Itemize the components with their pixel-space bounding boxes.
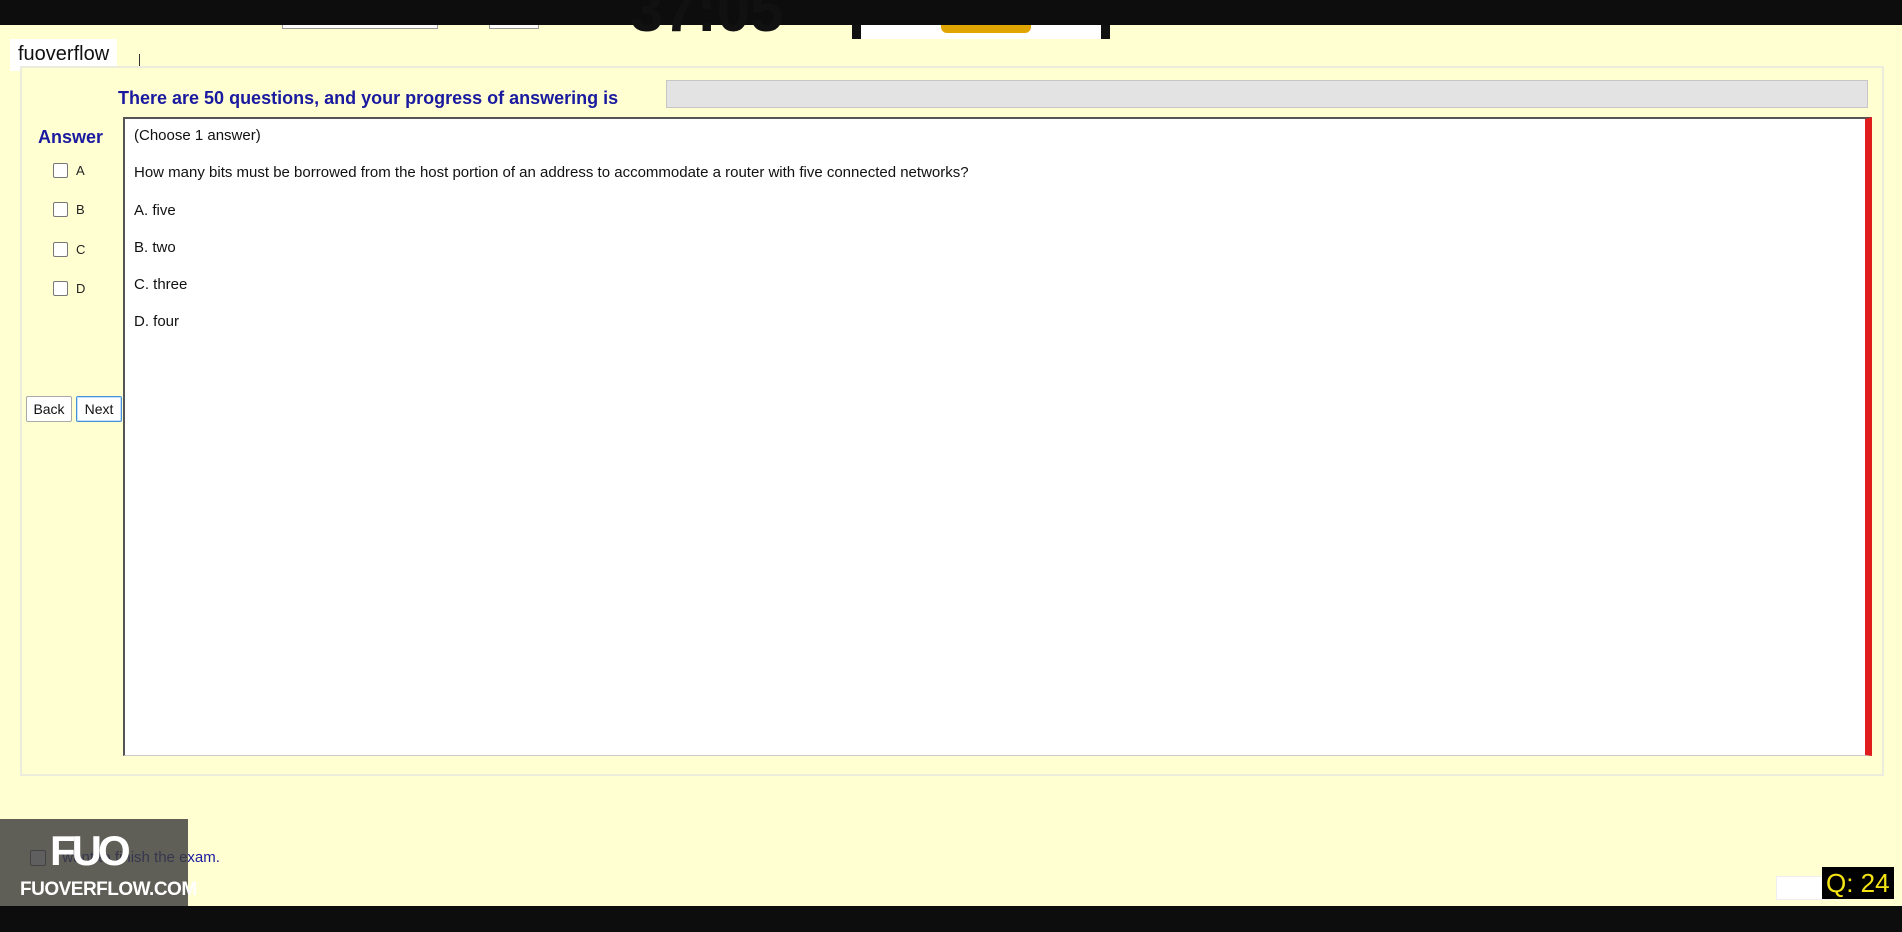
answer-option-label: A (76, 163, 85, 178)
watermark-site: FUOVERFLOW.COM (20, 879, 197, 900)
pencil-icon (941, 25, 1031, 33)
next-button[interactable]: Next (76, 396, 122, 422)
answer-option-label: C (76, 242, 86, 257)
answer-option-a[interactable]: A (53, 163, 85, 178)
choice-c: C. three (134, 276, 188, 293)
question-instruction: (Choose 1 answer) (134, 127, 261, 144)
exam-timer: 37:05 (630, 0, 784, 44)
choice-b: B. two (134, 239, 176, 256)
answer-option-b[interactable]: B (53, 202, 85, 217)
back-button[interactable]: Back (26, 396, 72, 422)
answer-option-c[interactable]: C (53, 242, 85, 257)
answer-option-d[interactable]: D (53, 281, 85, 296)
checkbox-b[interactable] (53, 202, 68, 217)
top-small-field[interactable] (489, 25, 539, 29)
question-panel: (Choose 1 answer) How many bits must be … (123, 117, 1872, 756)
bottom-black-bar (0, 906, 1902, 932)
choice-a: A. five (134, 202, 176, 219)
checkbox-c[interactable] (53, 242, 68, 257)
answer-option-label: B (76, 202, 85, 217)
watermark-logo-mark: FUO (50, 827, 131, 874)
question-text: How many bits must be borrowed from the … (134, 164, 969, 181)
question-counter: Q: 24 (1822, 867, 1894, 899)
progress-bar (666, 80, 1868, 108)
choice-d: D. four (134, 313, 180, 330)
answer-option-label: D (76, 281, 86, 296)
checkbox-a[interactable] (53, 163, 68, 178)
watermark-logo: FUO FUOVERFLOW.COM (0, 819, 197, 906)
progress-label: There are 50 questions, and your progres… (118, 88, 619, 108)
top-image-box (852, 25, 1110, 39)
answer-title: Answer (38, 127, 104, 147)
top-input-field[interactable] (282, 25, 438, 29)
top-black-bar (0, 0, 1902, 25)
checkbox-d[interactable] (53, 281, 68, 296)
